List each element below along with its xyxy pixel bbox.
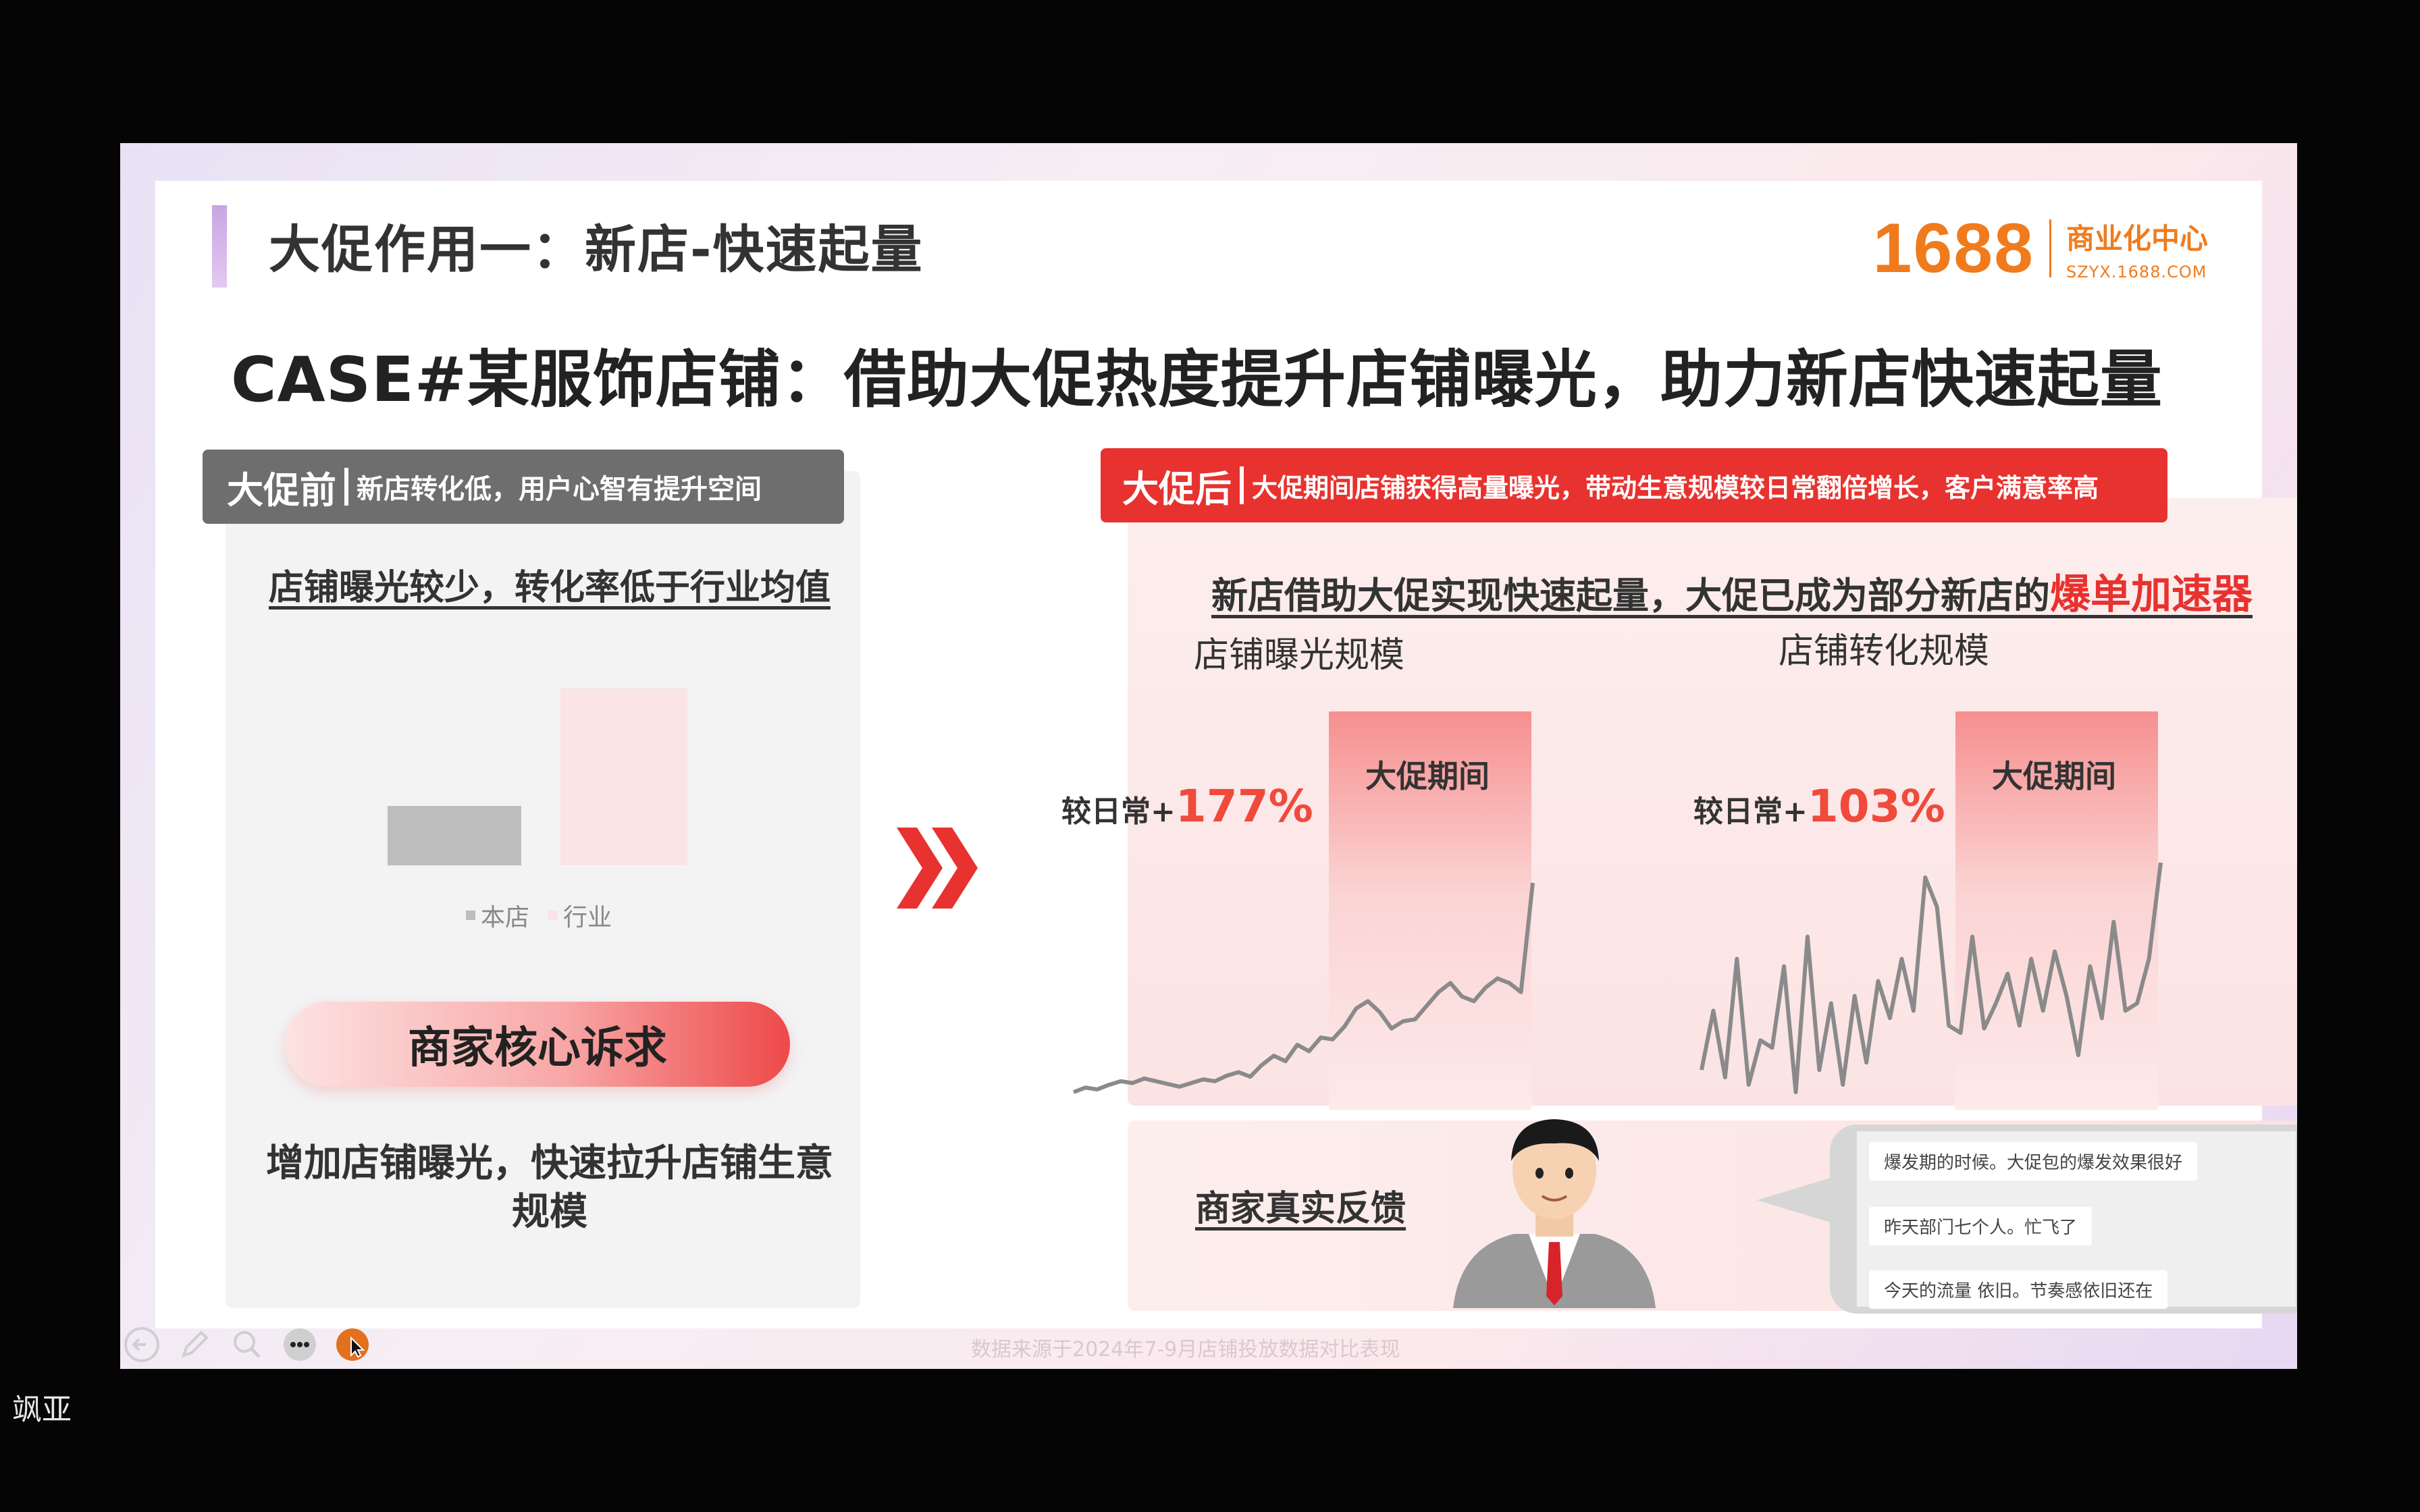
tag-separator (1240, 466, 1244, 504)
feedback-title: 商家真实反馈 (1195, 1189, 1406, 1229)
merchant-avatar-icon (1453, 1119, 1656, 1308)
after-subtitle-text: 新店借助大促实现快速起量，大促已成为部分新店的 (1211, 574, 2050, 617)
brand-logo: 1688 商业化中心 SZYX.1688.COM (1873, 208, 2208, 289)
back-button[interactable] (123, 1326, 161, 1364)
case-headline: CASE#某服饰店铺：借助大促热度提升店铺曝光，助力新店快速起量 (231, 344, 2163, 416)
before-subtitle: 店铺曝光较少，转化率低于行业均值 (268, 568, 831, 608)
more-dots-icon (284, 1328, 316, 1361)
legend-own-store: 本店 (466, 898, 529, 933)
title-accent-bar (212, 205, 227, 288)
slide-frame: 大促作用一：新店-快速起量 1688 商业化中心 SZYX.1688.COM C… (120, 143, 2297, 1369)
presenter-name: 飒亚 (12, 1393, 72, 1427)
core-demand-pill: 商家核心诉求 (285, 1002, 790, 1087)
series-line (1072, 882, 1535, 1094)
bar-own-store (388, 806, 521, 865)
before-tag-sub: 新店转化低，用户心智有提升空间 (357, 474, 762, 505)
tag-separator (344, 468, 348, 506)
chart2-title: 店铺转化规模 (1779, 631, 1990, 672)
double-chevron-right-icon (897, 828, 978, 909)
bar-industry (560, 688, 687, 865)
after-subtitle: 新店借助大促实现快速起量，大促已成为部分新店的爆单加速器 (1128, 562, 2297, 620)
after-tag-main: 大促后 (1122, 467, 1232, 510)
back-arrow-icon (124, 1327, 159, 1362)
bar-legend: 本店 行业 (466, 898, 612, 933)
slide-title: 大促作用一：新店-快速起量 (269, 219, 924, 279)
chart2-line-chart (1700, 862, 2163, 1094)
speech-bubble-tail (1757, 1177, 1833, 1223)
chat-message: 昨天部门七个人。忙飞了 (1869, 1207, 2093, 1245)
laser-pointer-icon (336, 1328, 369, 1361)
magnifier-icon (234, 1331, 261, 1358)
pointer-button[interactable] (334, 1326, 371, 1364)
presentation-toolbar (123, 1326, 371, 1364)
chart1-line-chart (1072, 882, 1535, 1094)
legend-industry: 行业 (548, 898, 612, 933)
after-tag-sub: 大促期间店铺获得高量曝光，带动生意规模较日常翻倍增长，客户满意率高 (1252, 473, 2099, 503)
before-body-text: 增加店铺曝光，快速拉升店铺生意规模 (266, 1141, 833, 1234)
before-tag-main: 大促前 (227, 468, 336, 512)
more-options-button[interactable] (281, 1326, 319, 1364)
slide: 大促作用一：新店-快速起量 1688 商业化中心 SZYX.1688.COM C… (155, 181, 2297, 1328)
before-tag: 大促前 新店转化低，用户心智有提升空间 (203, 450, 844, 524)
pen-button[interactable] (176, 1326, 213, 1364)
after-tag: 大促后 大促期间店铺获得高量曝光，带动生意规模较日常翻倍增长，客户满意率高 (1101, 448, 2167, 522)
logo-name: 商业化中心 (2066, 221, 2208, 255)
series-line (1700, 862, 2163, 1094)
chat-message: 今天的流量 依旧。节奏感依旧还在 (1869, 1270, 2168, 1309)
zoom-button[interactable] (228, 1326, 266, 1364)
after-subtitle-highlight: 爆单加速器 (2050, 571, 2253, 618)
pen-icon (181, 1330, 209, 1358)
logo-divider (2049, 219, 2051, 277)
chart1-title: 店铺曝光规模 (1194, 635, 1405, 676)
logo-url: SZYX.1688.COM (2066, 262, 2207, 281)
chat-message: 爆发期的时候。大促包的爆发效果很好 (1869, 1142, 2198, 1181)
logo-number: 1688 (1872, 209, 2034, 288)
data-source-footnote: 数据来源于2024年7-9月店铺投放数据对比表现 (971, 1338, 1400, 1361)
